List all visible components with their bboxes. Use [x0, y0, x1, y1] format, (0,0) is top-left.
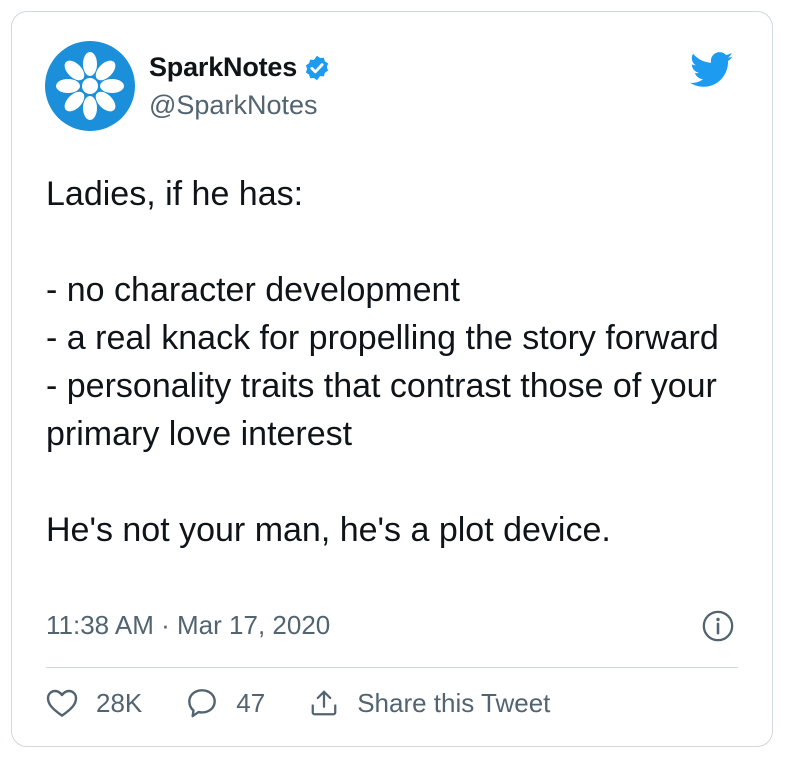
reply-count: 47 — [236, 687, 266, 718]
sparknotes-logo-icon — [56, 52, 124, 120]
reply-button[interactable]: 47 — [186, 687, 265, 719]
avatar[interactable] — [45, 41, 135, 131]
speech-bubble-icon — [186, 687, 218, 719]
author-name-row: SparkNotes — [149, 52, 331, 83]
verified-badge-icon — [303, 54, 331, 82]
author-handle[interactable]: @SparkNotes — [149, 90, 317, 121]
tweet-card: SparkNotes @SparkNotes Ladies, if he has… — [11, 11, 773, 747]
author-name[interactable]: SparkNotes — [149, 52, 297, 83]
tweet-text: Ladies, if he has: - no character develo… — [46, 175, 719, 549]
like-count: 28K — [96, 687, 143, 718]
tweet-timestamp[interactable]: 11:38 AM · Mar 17, 2020 — [46, 610, 330, 641]
twitter-bird-icon[interactable] — [690, 52, 734, 88]
like-button[interactable]: 28K — [46, 688, 142, 719]
tweet-actions: 28K 47 Share this Tweet — [46, 687, 550, 719]
divider — [46, 667, 738, 668]
share-icon — [309, 688, 339, 718]
heart-icon — [46, 688, 78, 718]
share-button[interactable]: Share this Tweet — [309, 688, 550, 719]
info-icon[interactable] — [701, 609, 735, 643]
share-label: Share this Tweet — [357, 687, 551, 718]
